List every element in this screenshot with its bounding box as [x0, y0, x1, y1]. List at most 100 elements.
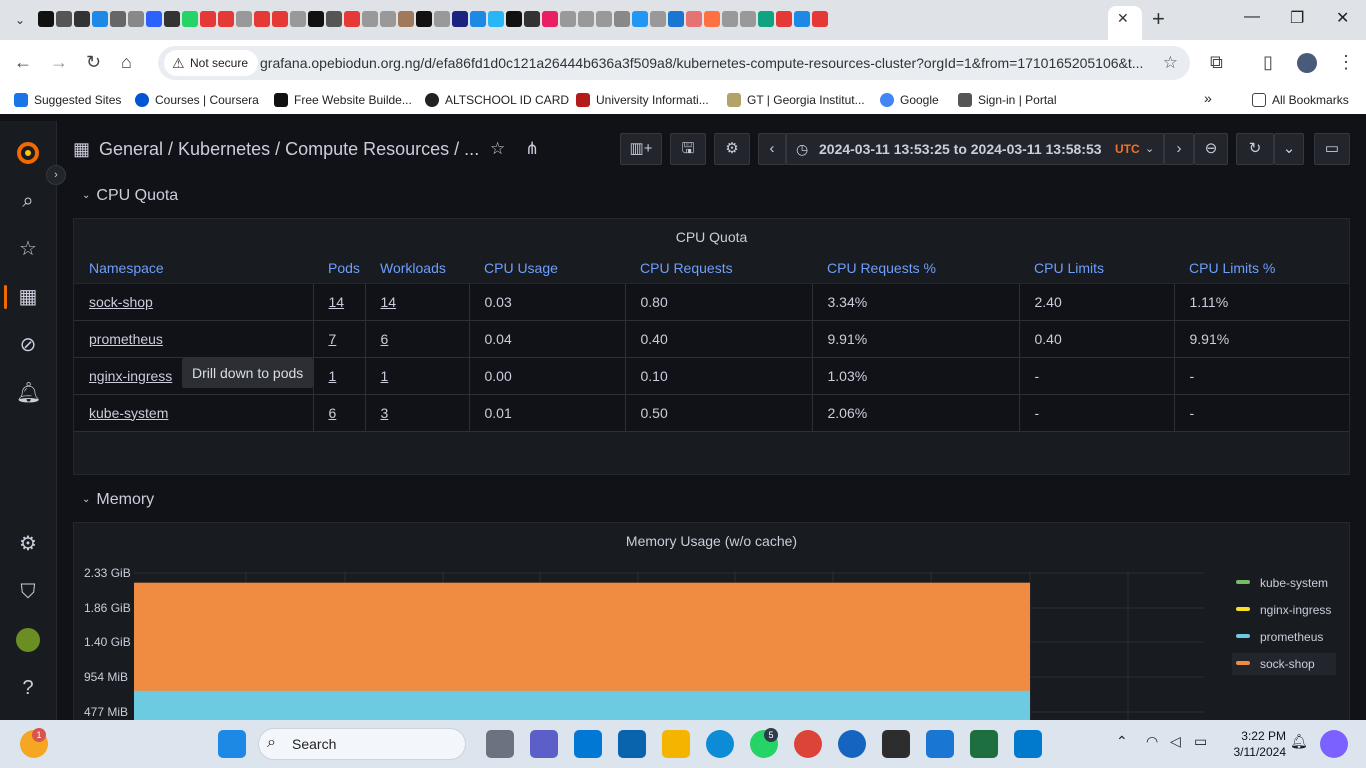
refresh-interval-chevron-icon[interactable]: ⌄ — [1274, 133, 1304, 165]
pods-link[interactable]: 14 — [329, 294, 345, 310]
tab-favicon[interactable] — [740, 11, 756, 27]
tab-favicon[interactable] — [578, 11, 594, 27]
tab-favicon[interactable] — [128, 11, 144, 27]
namespace-link[interactable]: kube-system — [89, 405, 168, 421]
col-workloads[interactable]: Workloads — [365, 253, 469, 284]
tab-favicon[interactable] — [704, 11, 720, 27]
tab-favicon[interactable] — [236, 11, 252, 27]
bookmark-item[interactable]: University Informati... — [576, 93, 709, 107]
tray-chevron-icon[interactable]: ⌃ — [1116, 733, 1128, 750]
tab-favicon[interactable] — [218, 11, 234, 27]
reload-icon[interactable]: ↻ — [86, 52, 101, 73]
back-icon[interactable]: ← — [14, 52, 32, 73]
tab-favicon[interactable] — [164, 11, 180, 27]
explore-icon[interactable]: ⊘ — [16, 333, 40, 357]
tab-favicon[interactable] — [110, 11, 126, 27]
alerting-bell-icon[interactable]: 🔔︎ — [16, 381, 41, 405]
tab-favicon[interactable] — [344, 11, 360, 27]
area-prometheus[interactable] — [134, 690, 1030, 720]
close-window-icon[interactable]: ✕ — [1336, 8, 1349, 28]
tab-favicon[interactable] — [416, 11, 432, 27]
forward-icon[interactable]: → — [50, 52, 68, 73]
minimize-icon[interactable]: — — [1244, 8, 1260, 26]
dashboard-breadcrumb[interactable]: General / Kubernetes / Compute Resources… — [99, 139, 479, 160]
notifications-bell-icon[interactable]: 🔔︎ — [1290, 733, 1308, 750]
new-tab-icon[interactable]: + — [1152, 6, 1165, 32]
volume-icon[interactable]: ◁ — [1170, 733, 1181, 750]
tab-favicon[interactable] — [434, 11, 450, 27]
workloads-link[interactable]: 3 — [381, 405, 389, 421]
tab-favicon[interactable] — [380, 11, 396, 27]
vscode-icon[interactable] — [1014, 730, 1042, 758]
tab-favicon[interactable] — [668, 11, 684, 27]
tv-mode-icon[interactable]: ▭ — [1314, 133, 1350, 165]
row-cpu-quota[interactable]: ⌄ CPU Quota — [82, 187, 178, 205]
settings-gear-icon[interactable]: ⚙ — [16, 532, 40, 556]
bookmark-star-icon[interactable]: ☆ — [1163, 53, 1178, 73]
tab-favicon[interactable] — [524, 11, 540, 27]
profile-avatar[interactable] — [1297, 53, 1317, 73]
tab-favicon[interactable] — [722, 11, 738, 27]
system-clock[interactable]: 3:22 PM 3/11/2024 — [1226, 728, 1287, 760]
side-panel-icon[interactable]: ▯ — [1263, 52, 1273, 73]
tab-favicon[interactable] — [596, 11, 612, 27]
task-view-icon[interactable] — [486, 730, 514, 758]
col-pods[interactable]: Pods — [313, 253, 365, 284]
firefox-icon[interactable] — [838, 730, 866, 758]
pods-link[interactable]: 7 — [329, 331, 337, 347]
workloads-link[interactable]: 14 — [381, 294, 397, 310]
add-panel-button[interactable]: ▥+ — [620, 133, 662, 165]
legend-item[interactable]: prometheus — [1232, 626, 1336, 648]
tab-favicon[interactable] — [38, 11, 54, 27]
legend-item[interactable]: kube-system — [1232, 572, 1336, 594]
expand-sidebar-button[interactable]: › — [46, 165, 66, 185]
tab-favicon[interactable] — [632, 11, 648, 27]
col-namespace[interactable]: Namespace — [74, 253, 313, 284]
home-icon[interactable]: ⌂ — [121, 52, 132, 73]
tab-search-icon[interactable]: ⌄ — [10, 10, 30, 30]
file-explorer-icon[interactable] — [662, 730, 690, 758]
notepad-icon[interactable] — [926, 730, 954, 758]
starred-icon[interactable]: ☆ — [16, 237, 40, 261]
bookmark-item[interactable]: GT | Georgia Institut... — [727, 93, 865, 107]
namespace-link[interactable]: sock-shop — [89, 294, 153, 310]
col-cpu-usage[interactable]: CPU Usage — [469, 253, 625, 284]
col-cpu-limits-pct[interactable]: CPU Limits % — [1174, 253, 1349, 284]
tab-favicon[interactable] — [308, 11, 324, 27]
share-icon[interactable]: ⋔ — [525, 139, 539, 159]
pods-link[interactable]: 6 — [329, 405, 337, 421]
tab-favicon[interactable] — [812, 11, 828, 27]
tab-favicon[interactable] — [758, 11, 774, 27]
tab-favicon[interactable] — [74, 11, 90, 27]
bookmark-item[interactable]: Google — [880, 93, 939, 107]
tab-favicon[interactable] — [776, 11, 792, 27]
wifi-icon[interactable]: ◠ — [1146, 733, 1158, 750]
tab-favicon[interactable] — [92, 11, 108, 27]
all-bookmarks[interactable]: All Bookmarks — [1252, 93, 1349, 107]
excel-icon[interactable] — [970, 730, 998, 758]
col-cpu-limits[interactable]: CPU Limits — [1019, 253, 1174, 284]
tab-favicon[interactable] — [686, 11, 702, 27]
tab-favicon[interactable] — [560, 11, 576, 27]
zoom-out-icon[interactable]: ⊖ — [1194, 133, 1228, 165]
teams-icon[interactable] — [530, 730, 558, 758]
dashboards-icon[interactable]: ▦ — [16, 285, 40, 309]
dashboard-settings-icon[interactable]: ⚙ — [714, 133, 750, 165]
terminal-icon[interactable] — [882, 730, 910, 758]
tab-favicon[interactable] — [470, 11, 486, 27]
time-range-picker[interactable]: ◷ 2024-03-11 13:53:25 to 2024-03-11 13:5… — [786, 133, 1164, 165]
tab-favicon[interactable] — [794, 11, 810, 27]
copilot-icon[interactable] — [1320, 730, 1348, 758]
tab-favicon[interactable] — [146, 11, 162, 27]
legend-item[interactable]: nginx-ingress — [1232, 599, 1336, 621]
bookmark-item[interactable]: Sign-in | Portal — [958, 93, 1057, 107]
store-icon[interactable] — [574, 730, 602, 758]
url-text[interactable]: grafana.opebiodun.org.ng/d/efa86fd1d0c12… — [260, 55, 1146, 71]
time-forward-icon[interactable]: › — [1164, 133, 1194, 165]
edge-icon[interactable] — [706, 730, 734, 758]
tab-favicon[interactable] — [650, 11, 666, 27]
tab-favicon[interactable] — [488, 11, 504, 27]
bookmark-item[interactable]: Suggested Sites — [14, 93, 121, 107]
bookmark-item[interactable]: Free Website Builde... — [274, 93, 412, 107]
extensions-icon[interactable]: ⧉ — [1210, 52, 1223, 73]
